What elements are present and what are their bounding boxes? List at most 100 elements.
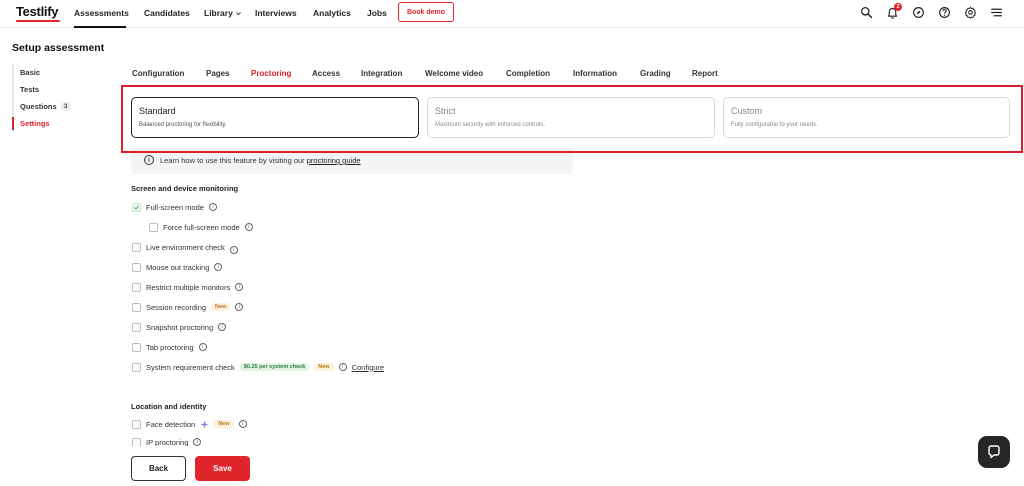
info-icon: i (144, 155, 154, 165)
menu-icon[interactable] (988, 4, 1004, 20)
questions-count-badge: 3 (60, 102, 71, 111)
logo-underline (16, 20, 60, 22)
checkbox[interactable] (132, 262, 141, 272)
chat-icon (988, 445, 1000, 459)
sidebar-item-label: Settings (20, 119, 50, 128)
highlight-box (121, 85, 1023, 153)
page-title: Setup assessment (12, 42, 105, 54)
book-demo-button[interactable]: Book demo (398, 2, 454, 22)
checkbox[interactable] (132, 302, 141, 312)
checkbox[interactable] (149, 222, 158, 232)
tab-grading[interactable]: Grading (640, 69, 671, 78)
option-label: Full-screen mode (146, 202, 204, 212)
price-badge: $0.25 per system check (239, 363, 310, 371)
tab-information[interactable]: Information (573, 69, 617, 78)
option-ip-proctoring[interactable]: IP proctoring i (132, 438, 202, 446)
info-icon[interactable]: i (214, 263, 223, 271)
configure-link[interactable]: Configure (352, 363, 385, 372)
option-label: System requirement check (146, 362, 235, 372)
option-tab-proctoring[interactable]: Tab proctoring i (132, 341, 207, 353)
option-force-full-screen[interactable]: Force full-screen mode i (149, 221, 253, 233)
info-text: Learn how to use this feature by visitin… (160, 156, 361, 165)
option-label: Snapshot proctoring (146, 322, 214, 332)
sidebar-item-tests[interactable]: Tests (14, 81, 71, 98)
option-label: Tab proctoring (146, 342, 194, 352)
info-text-body: Learn how to use this feature by visitin… (160, 156, 307, 165)
info-icon[interactable]: i (229, 246, 238, 254)
new-badge: New (314, 363, 334, 371)
sidebar-item-settings[interactable]: Settings (12, 115, 71, 132)
nav-library[interactable]: Library (204, 8, 242, 18)
option-label: Session recording (146, 302, 207, 312)
tab-proctoring[interactable]: Proctoring (251, 69, 291, 78)
sidebar-item-label: Questions (20, 102, 57, 111)
chat-button[interactable] (978, 436, 1010, 468)
info-icon[interactable]: i (338, 363, 347, 371)
option-full-screen-mode[interactable]: Full-screen mode i (132, 201, 217, 213)
nav-active-indicator (74, 26, 126, 28)
check-icon (134, 205, 139, 210)
nav-candidates[interactable]: Candidates (144, 8, 190, 18)
option-system-requirement-check[interactable]: System requirement check $0.25 per syste… (132, 361, 384, 373)
nav-interviews[interactable]: Interviews (255, 8, 297, 18)
info-icon[interactable]: i (244, 223, 253, 231)
help-icon[interactable] (936, 4, 952, 20)
checkbox[interactable] (132, 438, 141, 446)
info-icon[interactable]: i (218, 323, 227, 331)
section-location-identity: Location and identity (131, 402, 207, 411)
tab-integration[interactable]: Integration (361, 69, 402, 78)
sidebar-item-label: Basic (20, 68, 41, 77)
option-label: Force full-screen mode (163, 222, 240, 232)
option-session-recording[interactable]: Session recording New i (132, 301, 244, 313)
search-icon[interactable] (858, 4, 874, 20)
option-label: IP proctoring (146, 438, 189, 446)
option-label: Restrict multiple monitors (146, 282, 231, 292)
nav-jobs[interactable]: Jobs (367, 8, 387, 18)
option-mouse-out-tracking[interactable]: Mouse out tracking i (132, 261, 223, 273)
checkbox[interactable] (132, 242, 141, 252)
sidebar: Basic Tests Questions 3 Settings (12, 64, 71, 132)
option-face-detection[interactable]: Face detection New i (132, 418, 247, 430)
checkbox[interactable] (132, 322, 141, 332)
gear-icon[interactable] (962, 4, 978, 20)
sidebar-item-questions[interactable]: Questions 3 (14, 98, 71, 115)
tab-welcome-video[interactable]: Welcome video (425, 69, 483, 78)
option-label: Face detection (146, 419, 196, 429)
info-icon[interactable]: i (235, 283, 244, 291)
tab-access[interactable]: Access (312, 69, 340, 78)
sparkle-icon (200, 419, 209, 429)
nav-analytics[interactable]: Analytics (313, 8, 351, 18)
tab-pages[interactable]: Pages (206, 69, 230, 78)
checkbox[interactable] (132, 282, 141, 292)
checkbox[interactable] (132, 419, 141, 429)
tab-configuration[interactable]: Configuration (132, 69, 184, 78)
tab-completion[interactable]: Completion (506, 69, 550, 78)
new-badge: New (211, 303, 231, 311)
logo[interactable]: Testlify (16, 4, 58, 19)
info-icon[interactable]: i (193, 438, 202, 446)
tab-report[interactable]: Report (692, 69, 718, 78)
top-nav: Testlify Assessments Candidates Library … (0, 0, 1024, 28)
info-icon[interactable]: i (235, 303, 244, 311)
option-live-environment-check[interactable]: Live environment check i (132, 241, 238, 254)
chevron-down-icon (235, 11, 241, 15)
option-label: Live environment check (146, 242, 225, 252)
nav-library-label: Library (204, 8, 233, 18)
proctoring-guide-link[interactable]: proctoring guide (307, 156, 361, 165)
sidebar-item-basic[interactable]: Basic (14, 64, 71, 81)
option-snapshot-proctoring[interactable]: Snapshot proctoring i (132, 321, 227, 333)
notification-badge: 2 (894, 3, 902, 11)
info-icon[interactable]: i (238, 420, 247, 428)
info-icon[interactable]: i (198, 343, 207, 351)
sidebar-item-label: Tests (20, 85, 40, 94)
checkbox[interactable] (132, 342, 141, 352)
compass-icon[interactable] (910, 4, 926, 20)
option-restrict-multiple-monitors[interactable]: Restrict multiple monitors i (132, 281, 244, 293)
checkbox[interactable] (132, 362, 141, 372)
info-icon[interactable]: i (208, 203, 217, 211)
section-screen-device: Screen and device monitoring (131, 184, 239, 193)
checkbox-checked[interactable] (132, 202, 141, 212)
save-button[interactable]: Save (195, 456, 250, 481)
back-button[interactable]: Back (131, 456, 186, 481)
nav-assessments[interactable]: Assessments (74, 8, 129, 18)
